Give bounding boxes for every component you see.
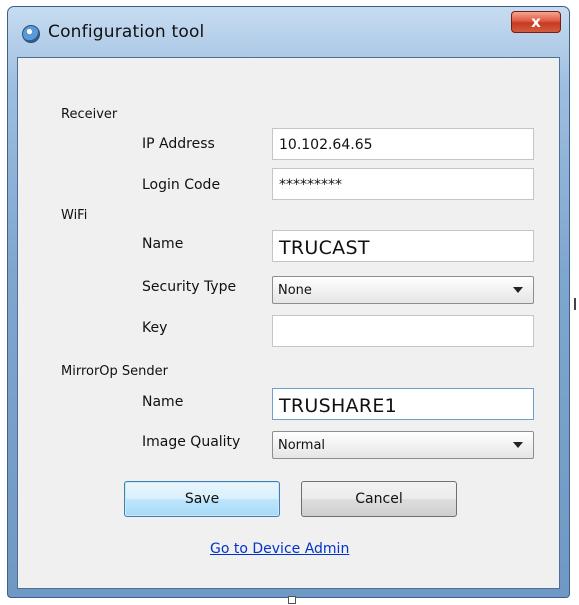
ip-address-value: 10.102.64.65 — [279, 137, 373, 153]
device-admin-link[interactable]: Go to Device Admin — [210, 541, 349, 557]
resize-grip[interactable] — [288, 596, 296, 604]
wifi-name-input[interactable]: TRUCAST — [272, 230, 534, 262]
window-title: Configuration tool — [48, 22, 205, 42]
close-icon: x — [531, 13, 541, 31]
wifi-name-value: TRUCAST — [279, 237, 370, 259]
section-receiver: Receiver — [61, 107, 118, 122]
title-bar[interactable]: Configuration tool x — [8, 7, 569, 57]
chevron-down-icon — [513, 287, 523, 293]
security-type-select[interactable]: None — [272, 276, 534, 304]
image-quality-value: Normal — [278, 438, 326, 453]
window-frame: Configuration tool x Receiver IP Address… — [7, 6, 570, 598]
key-label: Key — [142, 320, 168, 336]
login-code-label: Login Code — [142, 177, 221, 193]
image-quality-select[interactable]: Normal — [272, 431, 534, 459]
security-type-value: None — [278, 283, 312, 298]
sender-name-input[interactable]: TRUSHARE1 — [272, 388, 534, 420]
login-code-value: ********* — [279, 177, 342, 193]
save-button[interactable]: Save — [124, 481, 280, 517]
cancel-button[interactable]: Cancel — [301, 481, 457, 517]
ip-address-input[interactable]: 10.102.64.65 — [272, 128, 534, 160]
security-type-label: Security Type — [142, 279, 237, 295]
chevron-down-icon — [513, 442, 523, 448]
ip-address-label: IP Address — [142, 136, 215, 152]
sender-name-value: TRUSHARE1 — [279, 395, 398, 417]
wifi-name-label: Name — [142, 236, 184, 252]
section-wifi: WiFi — [61, 208, 88, 223]
login-code-input[interactable]: ********* — [272, 168, 534, 200]
edge-mark — [574, 298, 576, 310]
app-icon — [22, 25, 40, 43]
image-quality-label: Image Quality — [142, 434, 241, 450]
section-mirrorop-sender: MirrorOp Sender — [61, 364, 169, 379]
dialog-body: Receiver IP Address 10.102.64.65 Login C… — [17, 57, 560, 589]
key-input[interactable] — [272, 315, 534, 347]
close-button[interactable]: x — [511, 11, 561, 33]
sender-name-label: Name — [142, 394, 184, 410]
